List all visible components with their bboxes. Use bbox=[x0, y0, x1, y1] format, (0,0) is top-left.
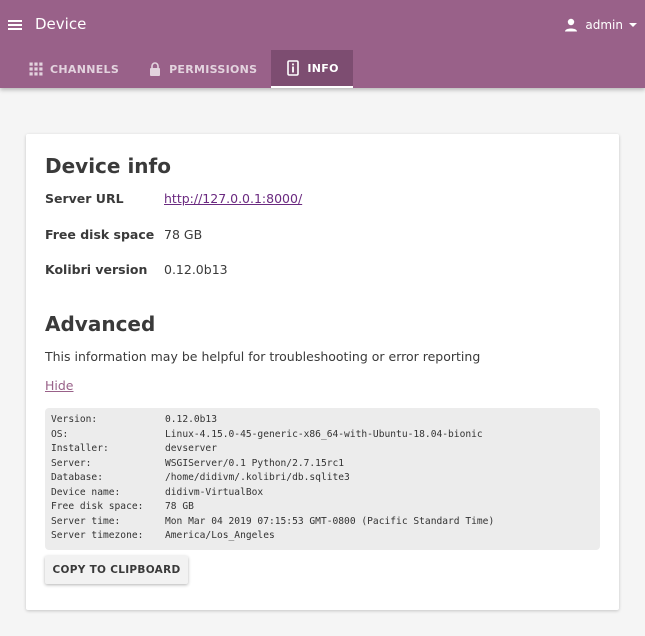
debug-value: devserver bbox=[165, 443, 217, 454]
hide-link[interactable]: Hide bbox=[45, 378, 74, 393]
tab-info-label: INFO bbox=[307, 61, 339, 75]
debug-key: Device name: bbox=[51, 486, 121, 498]
copy-to-clipboard-button[interactable]: COPY TO CLIPBOARD bbox=[45, 556, 188, 584]
debug-key: Installer: bbox=[51, 443, 109, 454]
lock-icon bbox=[150, 62, 161, 76]
debug-value: Mon Mar 04 2019 07:15:53 GMT-0800 (Pacif… bbox=[165, 515, 495, 527]
page-title: Device bbox=[35, 15, 87, 33]
user-menu[interactable]: admin bbox=[563, 14, 639, 36]
tab-permissions-label: PERMISSIONS bbox=[169, 62, 258, 76]
debug-key: Server time: bbox=[51, 515, 121, 527]
user-name: admin bbox=[585, 18, 623, 32]
debug-value: 0.12.0b13 bbox=[165, 414, 217, 425]
server-url-link[interactable]: http://127.0.0.1:8000/ bbox=[164, 191, 302, 206]
debug-info-box: Version: 0.12.0b13 OS: Linux-4.15.0-45-g… bbox=[45, 408, 600, 550]
debug-value: didivm-VirtualBox bbox=[165, 486, 264, 498]
tab-permissions[interactable]: PERMISSIONS bbox=[133, 50, 271, 88]
debug-value: /home/didivm/.kolibri/db.sqlite3 bbox=[165, 472, 350, 483]
free-disk-space-label: Free disk space bbox=[45, 227, 155, 242]
debug-value: 78 GB bbox=[165, 501, 194, 512]
tab-channels-label: CHANNELS bbox=[50, 62, 120, 76]
caret-down-icon bbox=[629, 23, 637, 27]
debug-value: Linux-4.15.0-45-generic-x86_64-with-Ubun… bbox=[165, 428, 483, 440]
top-bar: Device admin bbox=[0, 0, 645, 50]
device-info-card: Device info Server URL http://127.0.0.1:… bbox=[26, 134, 619, 610]
advanced-description: This information may be helpful for trou… bbox=[45, 349, 481, 364]
info-icon bbox=[287, 60, 300, 76]
hamburger-menu-icon[interactable] bbox=[6, 16, 24, 34]
debug-key: Server: bbox=[51, 457, 92, 469]
kolibri-version-value: 0.12.0b13 bbox=[164, 262, 228, 277]
advanced-heading: Advanced bbox=[45, 312, 156, 336]
person-icon bbox=[565, 18, 578, 32]
apps-grid-icon bbox=[29, 62, 43, 76]
app-bar: Device admin CHANNELS PERMISSIONS INFO bbox=[0, 0, 645, 88]
debug-key: Free disk space: bbox=[51, 501, 144, 512]
debug-key: Version: bbox=[51, 414, 98, 425]
tab-channels[interactable]: CHANNELS bbox=[14, 50, 133, 88]
debug-key: Database: bbox=[51, 472, 103, 483]
kolibri-version-label: Kolibri version bbox=[45, 262, 148, 277]
tab-bar: CHANNELS PERMISSIONS INFO bbox=[0, 50, 353, 88]
debug-value: America/Los_Angeles bbox=[165, 530, 275, 541]
device-info-heading: Device info bbox=[45, 154, 171, 178]
debug-value: WSGIServer/0.1 Python/2.7.15rc1 bbox=[165, 457, 345, 469]
server-url-label: Server URL bbox=[45, 191, 124, 206]
free-disk-space-value: 78 GB bbox=[164, 227, 203, 242]
debug-key: OS: bbox=[51, 428, 69, 440]
tab-info[interactable]: INFO bbox=[271, 50, 353, 88]
debug-key: Server timezone: bbox=[51, 530, 144, 541]
